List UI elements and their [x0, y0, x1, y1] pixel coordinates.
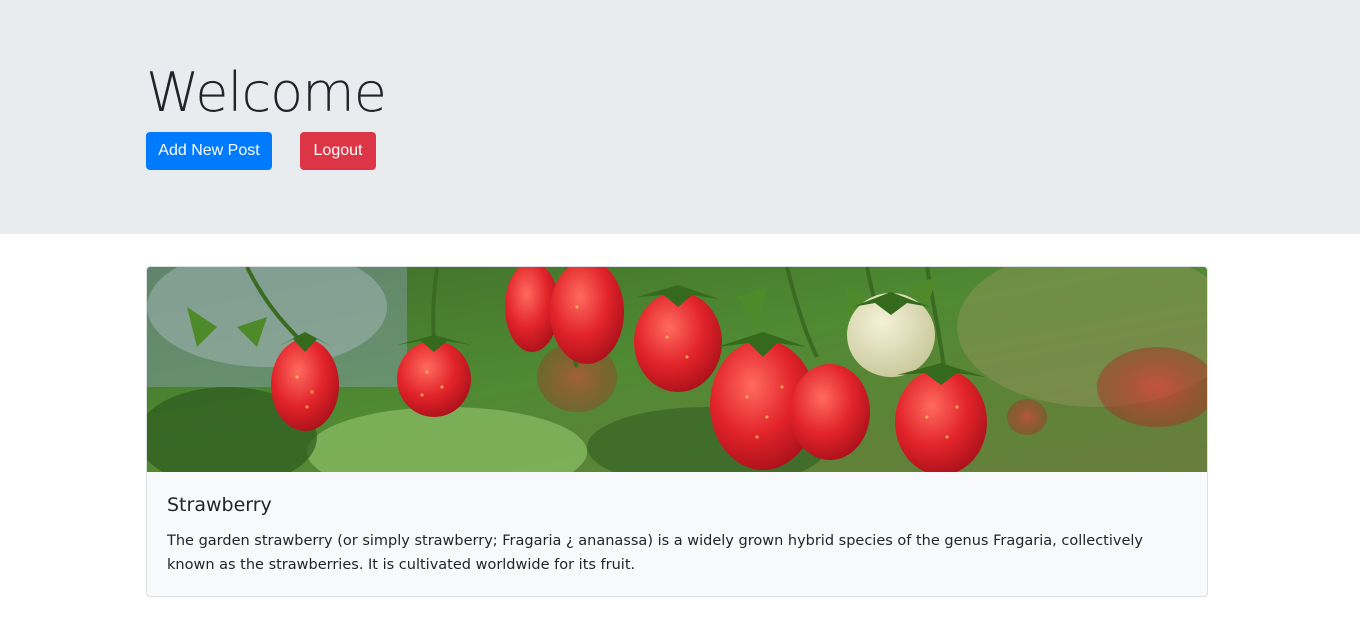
header-banner: Welcome Add New Post Logout [0, 0, 1360, 234]
post-body: The garden strawberry (or simply strawbe… [167, 533, 1144, 573]
logout-button[interactable]: Logout [300, 132, 376, 170]
post-title: Strawberry [167, 494, 272, 516]
add-new-post-button[interactable]: Add New Post [146, 132, 272, 170]
post-image [147, 267, 1207, 472]
post-card: Strawberry The garden strawberry (or sim… [146, 266, 1208, 597]
page-title: Welcome [146, 61, 387, 124]
